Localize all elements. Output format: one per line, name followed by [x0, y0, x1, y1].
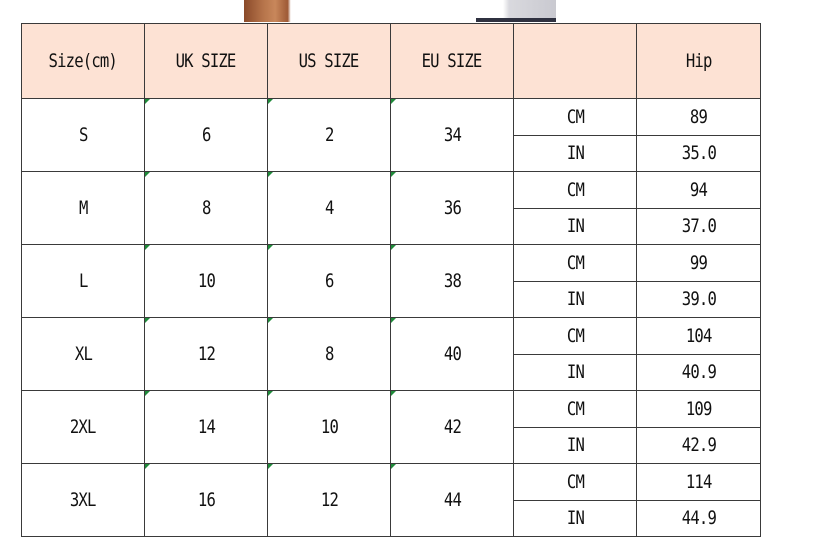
- corner-mark: [391, 172, 396, 177]
- cell-unit-cm: CM: [513, 171, 637, 209]
- cell-hip-in: 39.0: [636, 280, 761, 318]
- cell-unit-cm: CM: [513, 390, 637, 428]
- cell-us: 2: [267, 98, 391, 172]
- cell-hip-cm: 89: [636, 98, 761, 136]
- cell-unit-in: IN: [513, 426, 637, 464]
- cell-hip-in: 37.0: [636, 207, 761, 245]
- cell-eu: 42: [390, 390, 514, 464]
- header-size: Size(cm): [21, 23, 145, 99]
- cell-uk: 6: [144, 98, 268, 172]
- cell-size: M: [21, 171, 145, 245]
- table-row: 2XL 14 10 42 CM 109: [21, 390, 761, 464]
- cell-eu: 44: [390, 463, 514, 537]
- corner-mark: [391, 391, 396, 396]
- table-row: S 6 2 34 CM 89: [21, 98, 761, 172]
- cell-hip-cm: 94: [636, 171, 761, 209]
- corner-mark: [391, 318, 396, 323]
- table-row: M 8 4 36 CM 94: [21, 171, 761, 245]
- corner-mark: [268, 172, 273, 177]
- photo-edge: [476, 18, 556, 22]
- cell-unit-in: IN: [513, 207, 637, 245]
- cell-unit-in: IN: [513, 280, 637, 318]
- corner-mark: [145, 245, 150, 250]
- cell-size: 2XL: [21, 390, 145, 464]
- cell-unit-cm: CM: [513, 463, 637, 501]
- table-row: 3XL 16 12 44 CM 114: [21, 463, 761, 537]
- cell-us: 4: [267, 171, 391, 245]
- cell-uk: 12: [144, 317, 268, 391]
- cell-us: 10: [267, 390, 391, 464]
- cell-size: XL: [21, 317, 145, 391]
- corner-mark: [268, 464, 273, 469]
- header-uk-size: UK SIZE: [144, 23, 268, 99]
- corner-mark: [145, 172, 150, 177]
- cell-hip-in: 42.9: [636, 426, 761, 464]
- cell-hip-in: 40.9: [636, 353, 761, 391]
- cell-hip-cm: 99: [636, 244, 761, 282]
- table-row: XL 12 8 40 CM 104: [21, 317, 761, 391]
- corner-mark: [268, 245, 273, 250]
- cell-unit-in: IN: [513, 499, 637, 537]
- corner-mark: [145, 318, 150, 323]
- corner-mark: [145, 464, 150, 469]
- cell-uk: 10: [144, 244, 268, 318]
- corner-mark: [145, 391, 150, 396]
- cell-us: 8: [267, 317, 391, 391]
- cell-unit-in: IN: [513, 134, 637, 172]
- cell-uk: 16: [144, 463, 268, 537]
- cell-size: L: [21, 244, 145, 318]
- corner-mark: [268, 391, 273, 396]
- cell-hip-in: 35.0: [636, 134, 761, 172]
- table-row: L 10 6 38 CM 99: [21, 244, 761, 318]
- size-chart-table: Size(cm) UK SIZE US SIZE EU SIZE Hip S62…: [21, 23, 761, 537]
- cell-hip-cm: 114: [636, 463, 761, 501]
- cell-eu: 34: [390, 98, 514, 172]
- corner-mark: [391, 245, 396, 250]
- cell-unit-cm: CM: [513, 317, 637, 355]
- cell-eu: 36: [390, 171, 514, 245]
- cell-us: 6: [267, 244, 391, 318]
- header-eu-size: EU SIZE: [390, 23, 514, 99]
- cell-hip-in: 44.9: [636, 499, 761, 537]
- header-us-size: US SIZE: [267, 23, 391, 99]
- cell-hip-cm: 104: [636, 317, 761, 355]
- corner-mark: [391, 99, 396, 104]
- header-hip: Hip: [636, 23, 761, 99]
- cell-size: 3XL: [21, 463, 145, 537]
- cell-us: 12: [267, 463, 391, 537]
- cell-unit-in: IN: [513, 353, 637, 391]
- header-unit: [513, 23, 637, 99]
- corner-mark: [145, 99, 150, 104]
- cell-hip-cm: 109: [636, 390, 761, 428]
- cell-size: S: [21, 98, 145, 172]
- product-photo-fragment: [244, 0, 556, 22]
- header-row: Size(cm) UK SIZE US SIZE EU SIZE Hip: [21, 23, 761, 99]
- cell-uk: 14: [144, 390, 268, 464]
- corner-mark: [268, 99, 273, 104]
- corner-mark: [391, 464, 396, 469]
- corner-mark: [268, 318, 273, 323]
- cell-eu: 40: [390, 317, 514, 391]
- cell-uk: 8: [144, 171, 268, 245]
- cell-eu: 38: [390, 244, 514, 318]
- cell-unit-cm: CM: [513, 244, 637, 282]
- cell-unit-cm: CM: [513, 98, 637, 136]
